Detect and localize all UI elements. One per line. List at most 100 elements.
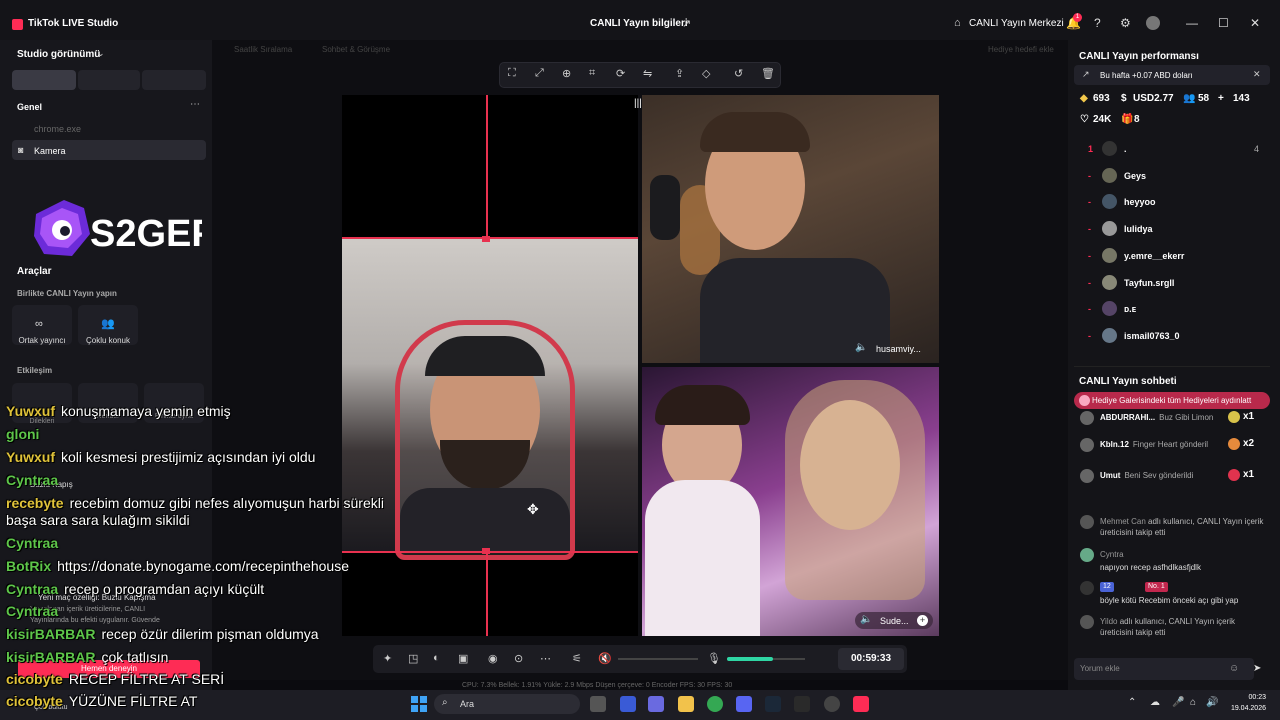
expand-icon[interactable]: ⤢ xyxy=(535,67,544,80)
app-icon[interactable] xyxy=(824,696,840,712)
general-label[interactable]: Genel xyxy=(17,102,42,112)
mute-icon[interactable]: 🔇 xyxy=(598,652,612,665)
send-icon[interactable]: ➤ xyxy=(1253,663,1261,674)
chevron-down-icon[interactable]: ⌄ xyxy=(97,48,105,59)
tab-hourly-ranking[interactable]: Saatlik Sıralama xyxy=(234,45,292,54)
rank-username[interactable]: lulidya xyxy=(1124,224,1153,234)
rank-badge: No. 1 xyxy=(1145,582,1168,592)
microphone-icon[interactable]: 🎙 xyxy=(707,652,721,665)
landscape-mode-button[interactable] xyxy=(78,70,140,90)
screen-icon[interactable]: ▣ xyxy=(458,652,468,665)
taskbar-time[interactable]: 00:23 xyxy=(1222,694,1266,701)
co-host-label: Ortak yayıncı xyxy=(18,336,66,345)
app-icon[interactable] xyxy=(648,696,664,712)
studio-view-label[interactable]: Studio görünümü xyxy=(17,49,100,60)
help-icon[interactable]: ? xyxy=(1094,16,1101,30)
viewers-count: 58 xyxy=(1198,93,1210,104)
speaker-icon-2[interactable]: 🔈 xyxy=(860,614,872,625)
taskbar-search[interactable]: Ara xyxy=(434,694,580,714)
move-cursor-icon: ✥ xyxy=(527,501,539,517)
mic-tray-icon[interactable]: 🎤 xyxy=(1172,697,1184,708)
rank-username[interactable]: Tayfun.srgll xyxy=(1124,278,1174,288)
guest-2b-hair xyxy=(785,380,925,600)
preview-canvas[interactable] xyxy=(212,40,1068,680)
overlay-chat-user: Cyntraa xyxy=(6,472,59,488)
layer-up-icon[interactable]: ⇪ xyxy=(675,67,684,80)
camera-icon: ◙ xyxy=(18,145,24,155)
taskbar-date[interactable]: 19.04.2026 xyxy=(1222,705,1266,712)
rank-username[interactable]: ismail0763_0 xyxy=(1124,331,1180,341)
volume-icon[interactable]: 🔊 xyxy=(1206,697,1218,708)
filters-icon[interactable]: ◳ xyxy=(408,652,418,665)
record-icon[interactable]: ◉ xyxy=(488,652,498,665)
rank-username[interactable]: . xyxy=(1124,144,1127,154)
source-chrome[interactable]: chrome.exe xyxy=(34,124,81,134)
effects-icon[interactable]: ✦ xyxy=(383,652,392,665)
discord-icon[interactable] xyxy=(736,696,752,712)
rank-avatar[interactable] xyxy=(1102,274,1117,290)
portrait-mode-button[interactable] xyxy=(12,70,76,90)
rank-avatar[interactable] xyxy=(1102,221,1117,237)
overlay-chat-line: cicobyte YÜZÜNE FİLTRE AT xyxy=(6,693,197,709)
rank-username[interactable]: y.emre__ekerr xyxy=(1124,251,1184,261)
more-icon[interactable]: ⋯ xyxy=(190,99,200,110)
comment-input[interactable]: Yorum ekle xyxy=(1074,658,1254,680)
minimize-icon[interactable]: — xyxy=(1186,16,1198,30)
rank-username[interactable]: Geys xyxy=(1124,171,1146,181)
resize-handle-bottom[interactable] xyxy=(482,548,490,554)
crop-icon[interactable]: ⌗ xyxy=(589,67,595,80)
settings-sliders-icon[interactable]: ⚟ xyxy=(572,652,582,665)
task-view-icon[interactable] xyxy=(590,696,606,712)
volume-slider[interactable] xyxy=(618,658,698,660)
rank-avatar[interactable] xyxy=(1102,247,1117,263)
resize-handle-top[interactable] xyxy=(482,236,490,242)
more-options-icon[interactable]: ⋯ xyxy=(540,652,551,665)
gift-sender-avatar xyxy=(1080,469,1094,483)
live-info-title[interactable]: CANLI Yayın bilgileri xyxy=(590,18,688,29)
split-mode-button[interactable] xyxy=(142,70,206,90)
gift-gallery-banner[interactable]: Hediye Galerisindeki tüm Hediyeleri aydı… xyxy=(1074,392,1270,409)
rank-username[interactable]: ᴅ.ᴇ xyxy=(1124,304,1136,314)
add-icon[interactable]: + xyxy=(917,615,928,626)
steam-icon[interactable] xyxy=(765,696,781,712)
select-icon[interactable]: ⛶ xyxy=(508,67,516,80)
tab-chat-call[interactable]: Sohbet & Görüşme xyxy=(322,45,390,54)
beauty-icon[interactable]: ◐ xyxy=(433,652,440,664)
frame-top-line xyxy=(342,237,638,239)
close-icon[interactable]: ✕ xyxy=(1253,69,1261,80)
undo-icon[interactable]: ↺ xyxy=(734,67,743,80)
app-icon[interactable] xyxy=(620,696,636,712)
windows-start-icon[interactable] xyxy=(411,696,427,712)
live-center-button[interactable]: CANLI Yayın Merkezi xyxy=(969,18,1064,29)
chrome-icon[interactable] xyxy=(707,696,723,712)
speaker-icon[interactable]: 🔈 xyxy=(855,342,867,353)
app-icon[interactable] xyxy=(794,696,810,712)
tray-icon[interactable]: ☁ xyxy=(1150,697,1160,708)
tiktok-studio-icon[interactable] xyxy=(853,696,869,712)
layers-icon[interactable]: ◇ xyxy=(702,67,710,80)
maximize-icon[interactable]: ☐ xyxy=(1218,16,1229,30)
gift-sender: ABDURRAHI... xyxy=(1100,413,1156,422)
trash-icon[interactable]: 🗑 xyxy=(761,67,775,80)
folder-icon[interactable] xyxy=(678,696,694,712)
overlay-chat-user: gloni xyxy=(6,426,40,442)
flip-icon[interactable]: ⇋ xyxy=(643,67,652,80)
avatar[interactable] xyxy=(1146,16,1160,30)
rank-username[interactable]: heyyoo xyxy=(1124,197,1156,207)
chevron-up-icon[interactable]: ⌃ xyxy=(1128,697,1136,708)
rank-avatar[interactable] xyxy=(1102,327,1117,343)
gift-text: Beni Sev gönderildi xyxy=(1124,471,1194,480)
rank-avatar[interactable] xyxy=(1102,141,1117,156)
emoji-icon[interactable]: ☺ xyxy=(1229,663,1239,674)
rotate-icon[interactable]: ⟳ xyxy=(616,67,625,80)
share-icon[interactable]: ↗ xyxy=(682,17,691,30)
center-icon[interactable]: ⊕ xyxy=(562,67,571,80)
rank-avatar[interactable] xyxy=(1102,167,1117,183)
tab-gift-goal[interactable]: Hediye hedefi ekle xyxy=(988,45,1054,54)
followers-count: 143 xyxy=(1233,93,1250,104)
camera-switch-icon[interactable]: ⊙ xyxy=(514,652,523,665)
gear-icon[interactable]: ⚙ xyxy=(1120,16,1131,30)
person-shirt xyxy=(400,488,570,552)
close-icon[interactable]: ✕ xyxy=(1250,16,1260,30)
network-icon[interactable]: ⌂ xyxy=(1190,697,1196,708)
